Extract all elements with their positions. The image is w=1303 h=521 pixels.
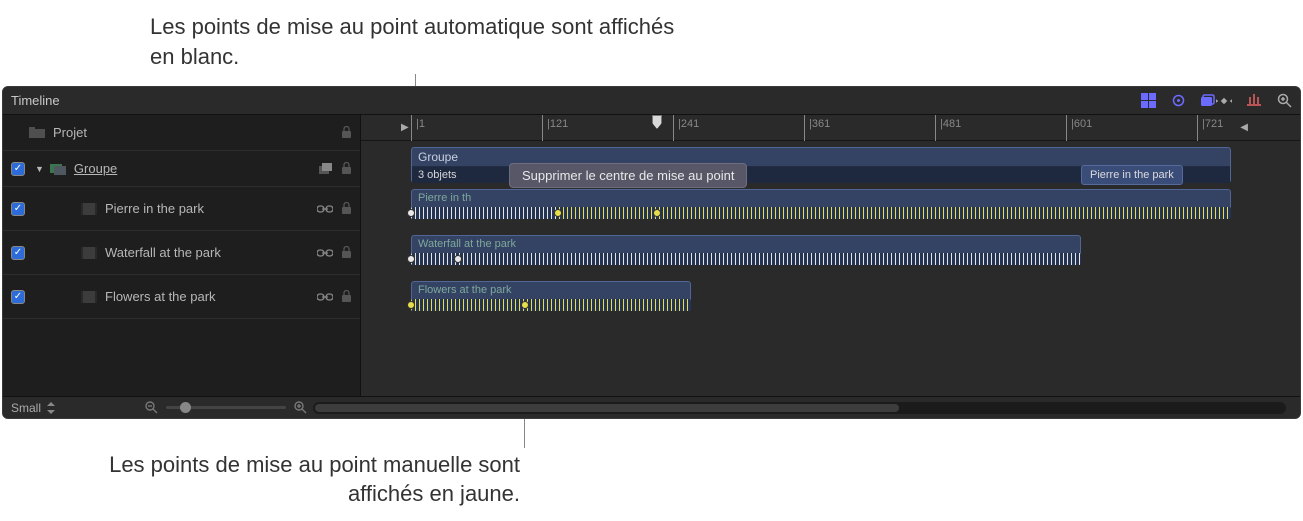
visibility-checkbox[interactable]: ✓	[11, 162, 25, 176]
ruler-end-marker[interactable]: ◀	[1240, 122, 1248, 133]
link-icon[interactable]	[317, 293, 333, 301]
clip-label: Pierre in th	[412, 190, 1230, 206]
group-label: Groupe	[74, 161, 319, 176]
ruler-tick: |361	[804, 115, 830, 141]
header-left-icons	[1140, 93, 1216, 109]
lock-icon[interactable]	[341, 246, 352, 259]
project-label: Projet	[53, 125, 341, 140]
timeline-area[interactable]: ▶ |1 |121 |241 |361 |481 |601 |721 ◀ Gro…	[361, 115, 1300, 396]
link-icon[interactable]	[317, 249, 333, 257]
project-icon	[29, 127, 45, 139]
tracks-container: Groupe 3 objets Pierre in the park Pierr…	[361, 141, 1300, 145]
disclosure-triangle[interactable]: ▼	[35, 164, 44, 174]
manual-focus-keyframe[interactable]	[554, 209, 562, 217]
zoom-icon[interactable]	[1276, 93, 1292, 109]
zoom-in-icon[interactable]	[294, 401, 307, 414]
manual-focus-keyframe[interactable]	[521, 301, 529, 309]
visibility-checkbox[interactable]: ✓	[11, 202, 25, 216]
lock-icon[interactable]	[341, 162, 352, 175]
manual-focus-keyframe[interactable]	[653, 209, 661, 217]
project-row[interactable]: Projet	[3, 115, 360, 151]
filters-icon[interactable]	[1140, 93, 1156, 109]
timeline-footer: Small	[3, 396, 1300, 418]
time-ruler[interactable]: ▶ |1 |121 |241 |361 |481 |601 |721 ◀	[361, 115, 1300, 141]
manual-focus-keyframe[interactable]	[407, 301, 415, 309]
clip-label: Waterfall at the park	[412, 236, 1080, 252]
lock-icon[interactable]	[341, 290, 352, 303]
horizontal-scrollbar[interactable]	[313, 402, 1286, 414]
auto-focus-keyframe[interactable]	[407, 255, 415, 263]
layer-row[interactable]: ✓ Waterfall at the park	[3, 231, 360, 275]
ruler-start-marker[interactable]: ▶	[401, 122, 409, 133]
zoom-thumb[interactable]	[180, 402, 191, 413]
clip-icon	[81, 291, 97, 303]
clip-label: Flowers at the park	[412, 282, 690, 298]
scrollbar-thumb[interactable]	[315, 404, 899, 412]
zoom-slider[interactable]	[166, 406, 286, 409]
focus-points-track[interactable]	[411, 253, 1081, 265]
clip-icon	[81, 203, 97, 215]
timeline-header: Timeline	[3, 87, 1300, 115]
group-icon	[50, 163, 66, 175]
auto-focus-keyframe[interactable]	[407, 209, 415, 217]
keyframe-nav-icon[interactable]	[1216, 93, 1232, 109]
ruler-tick: |721	[1197, 115, 1223, 141]
annotation-bottom: Les points de mise au point manuelle son…	[60, 450, 520, 509]
layer-row[interactable]: ✓ Flowers at the park	[3, 275, 360, 319]
snap-icon[interactable]	[1246, 93, 1262, 109]
context-tooltip[interactable]: Supprimer le centre de mise au point	[509, 163, 747, 188]
size-select[interactable]: Small	[11, 401, 41, 415]
ruler-tick: |121	[542, 115, 568, 141]
annotation-top: Les points de mise au point automatique …	[150, 12, 690, 71]
layer-label: Flowers at the park	[105, 289, 317, 304]
stack-icon[interactable]	[319, 163, 333, 175]
ruler-tick: |601	[1066, 115, 1092, 141]
mask-icon[interactable]	[1200, 93, 1216, 109]
auto-focus-keyframe[interactable]	[454, 255, 462, 263]
layer-label: Waterfall at the park	[105, 245, 317, 260]
header-right-icons	[1216, 93, 1292, 109]
clip-icon	[81, 247, 97, 259]
lock-icon[interactable]	[341, 126, 352, 139]
lock-icon[interactable]	[341, 202, 352, 215]
group-row[interactable]: ✓ ▼ Groupe	[3, 151, 360, 187]
focus-points-track[interactable]	[411, 299, 691, 311]
timeline-window: Timeline	[2, 86, 1301, 419]
ruler-tick: |1	[411, 115, 425, 141]
layer-list: Projet ✓ ▼ Groupe ✓	[3, 115, 361, 396]
zoom-out-icon[interactable]	[145, 401, 158, 414]
playhead[interactable]	[652, 115, 662, 129]
link-icon[interactable]	[317, 205, 333, 213]
focus-points-track[interactable]	[411, 207, 1231, 219]
visibility-checkbox[interactable]: ✓	[11, 290, 25, 304]
visibility-checkbox[interactable]: ✓	[11, 246, 25, 260]
layer-label: Pierre in the park	[105, 201, 317, 216]
ruler-tick: |241	[673, 115, 699, 141]
layer-row[interactable]: ✓ Pierre in the park	[3, 187, 360, 231]
panel-title: Timeline	[11, 93, 1140, 108]
ruler-tick: |481	[935, 115, 961, 141]
gear-icon[interactable]	[1170, 93, 1186, 109]
clip-pill[interactable]: Pierre in the park	[1081, 165, 1183, 185]
chevron-updown-icon[interactable]	[47, 402, 55, 414]
